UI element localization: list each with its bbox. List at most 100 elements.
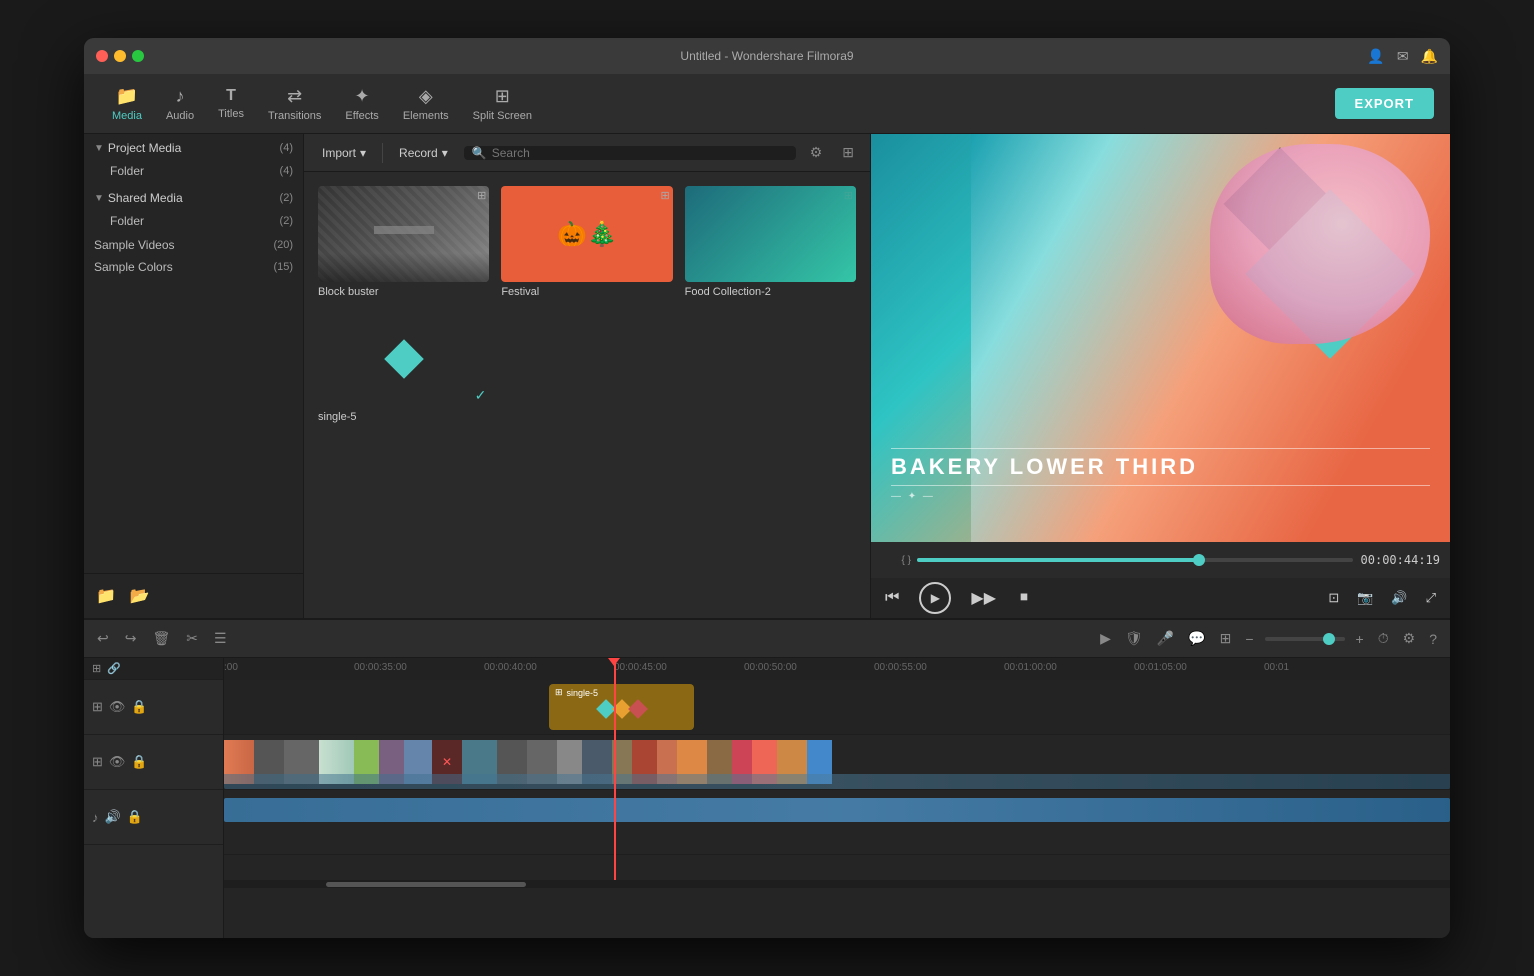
title-clip[interactable]: ⊞ single-5 bbox=[549, 684, 694, 730]
shared-media-header[interactable]: ▼ Shared Media (2) bbox=[84, 186, 303, 210]
subtitle-icon[interactable]: 💬 bbox=[1185, 627, 1208, 650]
video-track-grid-icon[interactable]: ⊞ bbox=[92, 754, 103, 770]
folder-label: Folder bbox=[110, 164, 144, 178]
preview-progress-bar-container: { } 00:00:44:19 bbox=[871, 542, 1450, 578]
settings-icon[interactable]: ⚙ bbox=[1400, 627, 1419, 650]
toolbar-split-screen-label: Split Screen bbox=[473, 110, 532, 122]
progress-bar[interactable] bbox=[917, 558, 1353, 562]
play-button[interactable]: ▶ bbox=[919, 582, 951, 614]
timeline-section: ↩ ↪ 🗑 ✂ ☰ ▶ 🛡 🎤 💬 ⊞ − + ⏱ ⚙ ? bbox=[84, 618, 1450, 938]
toolbar-titles[interactable]: T Titles bbox=[206, 83, 256, 124]
project-media-label: Project Media bbox=[108, 141, 181, 155]
zoom-slider[interactable] bbox=[1265, 637, 1345, 641]
audio-track-note-icon[interactable]: ♪ bbox=[92, 810, 99, 825]
video-track-eye-icon[interactable]: 👁 bbox=[109, 754, 126, 770]
stop-button[interactable]: ⏹ bbox=[1016, 585, 1032, 611]
cut-button[interactable]: ✂ bbox=[183, 627, 201, 650]
list-button[interactable]: ☰ bbox=[211, 627, 230, 650]
undo-button[interactable]: ↩ bbox=[94, 627, 112, 650]
transitions-icon: ⇄ bbox=[287, 86, 302, 107]
traffic-lights bbox=[96, 50, 144, 62]
import-folder-icon[interactable]: 📂 bbox=[126, 582, 154, 610]
fullscreen-icon[interactable]: ⊡ bbox=[1324, 586, 1343, 610]
scrollbar-thumb[interactable] bbox=[326, 882, 526, 887]
skip-back-button[interactable]: ⏮ bbox=[881, 585, 903, 611]
festival-label: Festival bbox=[501, 286, 672, 298]
motion-icon[interactable]: ▶ bbox=[1097, 627, 1114, 650]
ruler-mark-4: 00:00:50:00 bbox=[744, 662, 797, 673]
zoom-in-icon[interactable]: + bbox=[1353, 628, 1367, 650]
play-forward-button[interactable]: ▶▶ bbox=[967, 584, 1000, 612]
sample-videos-item[interactable]: Sample Videos (20) bbox=[84, 234, 303, 256]
help-icon[interactable]: ? bbox=[1426, 628, 1440, 650]
media-item-blockbuster[interactable]: ⊞ Block buster bbox=[318, 186, 489, 298]
shield-icon[interactable]: 🛡 bbox=[1122, 627, 1146, 650]
media-item-single5[interactable]: ✓ single-5 bbox=[318, 310, 489, 422]
toolbar-transitions[interactable]: ⇄ Transitions bbox=[256, 82, 333, 126]
title-track-lock-icon[interactable]: 🔒 bbox=[131, 699, 147, 715]
title-track-grid-icon[interactable]: ⊞ bbox=[92, 699, 103, 715]
screenshot-icon[interactable]: 📷 bbox=[1353, 586, 1377, 610]
snap-track-icon[interactable]: ⊞ bbox=[92, 662, 101, 675]
festival-corner-icon: ⊞ bbox=[660, 189, 669, 202]
media-item-food[interactable]: ⊞ ✓ Food Collection-2 bbox=[685, 186, 856, 298]
export-button[interactable]: EXPORT bbox=[1335, 88, 1434, 119]
delete-button[interactable]: 🗑 bbox=[149, 627, 173, 650]
ruler-mark-6: 00:01:00:00 bbox=[1004, 662, 1057, 673]
redo-button[interactable]: ↪ bbox=[122, 627, 140, 650]
mic-icon[interactable]: 🎤 bbox=[1154, 627, 1177, 650]
preview-line-top bbox=[891, 448, 1430, 449]
toolbar-split-screen[interactable]: ⊞ Split Screen bbox=[461, 82, 544, 126]
playback-right-controls: ⊡ 📷 🔊 ⤢ bbox=[1324, 586, 1440, 610]
grid-view-icon[interactable]: ⊞ bbox=[836, 142, 860, 163]
filter-icon[interactable]: ⚙ bbox=[804, 142, 829, 163]
sample-videos-label: Sample Videos bbox=[94, 238, 175, 252]
volume-icon[interactable]: 🔊 bbox=[1387, 586, 1411, 610]
playhead-line[interactable] bbox=[614, 658, 616, 680]
audio-track-lock-icon[interactable]: 🔒 bbox=[127, 809, 143, 825]
horizontal-scrollbar[interactable] bbox=[224, 880, 1450, 888]
search-input[interactable] bbox=[492, 146, 788, 160]
new-folder-icon[interactable]: 📁 bbox=[92, 582, 120, 610]
record-button[interactable]: Record ▾ bbox=[391, 142, 456, 164]
toolbar-elements[interactable]: ◈ Elements bbox=[391, 82, 461, 126]
project-media-folder[interactable]: Folder (4) bbox=[84, 160, 303, 182]
sample-colors-item[interactable]: Sample Colors (15) bbox=[84, 256, 303, 278]
zoom-handle bbox=[1323, 633, 1335, 645]
toolbar-media-label: Media bbox=[112, 110, 142, 122]
title-track-sidebar: ⊞ 👁 🔒 bbox=[84, 680, 223, 735]
preview-text-container: BAKERY LOWER THIRD — ✦ — bbox=[891, 443, 1430, 502]
notification-icon[interactable]: 🔔 bbox=[1421, 48, 1438, 65]
mail-icon[interactable]: ✉ bbox=[1397, 48, 1409, 65]
project-media-header[interactable]: ▼ Project Media (4) bbox=[84, 136, 303, 160]
title-clip-diamonds bbox=[555, 702, 688, 716]
food-label: Food Collection-2 bbox=[685, 286, 856, 298]
time-bracket-left: { } bbox=[902, 555, 911, 566]
preview-subtitle: — ✦ — bbox=[891, 491, 1430, 502]
toolbar-effects[interactable]: ✦ Effects bbox=[333, 82, 390, 126]
snap-icon[interactable]: ⊞ bbox=[1217, 627, 1235, 650]
minimize-button[interactable] bbox=[114, 50, 126, 62]
shared-media-folder[interactable]: Folder (2) bbox=[84, 210, 303, 232]
audio-track-volume-icon[interactable]: 🔊 bbox=[105, 809, 121, 825]
project-media-section: ▼ Project Media (4) Folder (4) bbox=[84, 134, 303, 184]
toolbar-media[interactable]: 📁 Media bbox=[100, 82, 154, 126]
zoom-out-icon[interactable]: − bbox=[1242, 628, 1256, 650]
duration-icon[interactable]: ⏱ bbox=[1375, 627, 1392, 650]
maximize-button[interactable] bbox=[132, 50, 144, 62]
close-button[interactable] bbox=[96, 50, 108, 62]
ruler-mark-8: 00:01 bbox=[1264, 662, 1289, 673]
title-track-eye-icon[interactable]: 👁 bbox=[109, 699, 126, 715]
video-track-lock-icon[interactable]: 🔒 bbox=[131, 754, 147, 770]
record-label: Record bbox=[399, 146, 438, 160]
media-item-festival[interactable]: ⊞ 🎃🎄 Festival bbox=[501, 186, 672, 298]
user-icon[interactable]: 👤 bbox=[1367, 48, 1384, 65]
toolbar-audio[interactable]: ♪ Audio bbox=[154, 82, 206, 126]
ruler-mark-7: 00:01:05:00 bbox=[1134, 662, 1187, 673]
import-button[interactable]: Import ▾ bbox=[314, 142, 374, 164]
expand-icon[interactable]: ⤢ bbox=[1422, 586, 1440, 610]
link-track-icon[interactable]: 🔗 bbox=[107, 662, 121, 675]
title-bar: Untitled - Wondershare Filmora9 👤 ✉ 🔔 bbox=[84, 38, 1450, 74]
shared-media-section: ▼ Shared Media (2) Folder (2) bbox=[84, 184, 303, 234]
audio-clip-bar[interactable] bbox=[224, 798, 1450, 822]
